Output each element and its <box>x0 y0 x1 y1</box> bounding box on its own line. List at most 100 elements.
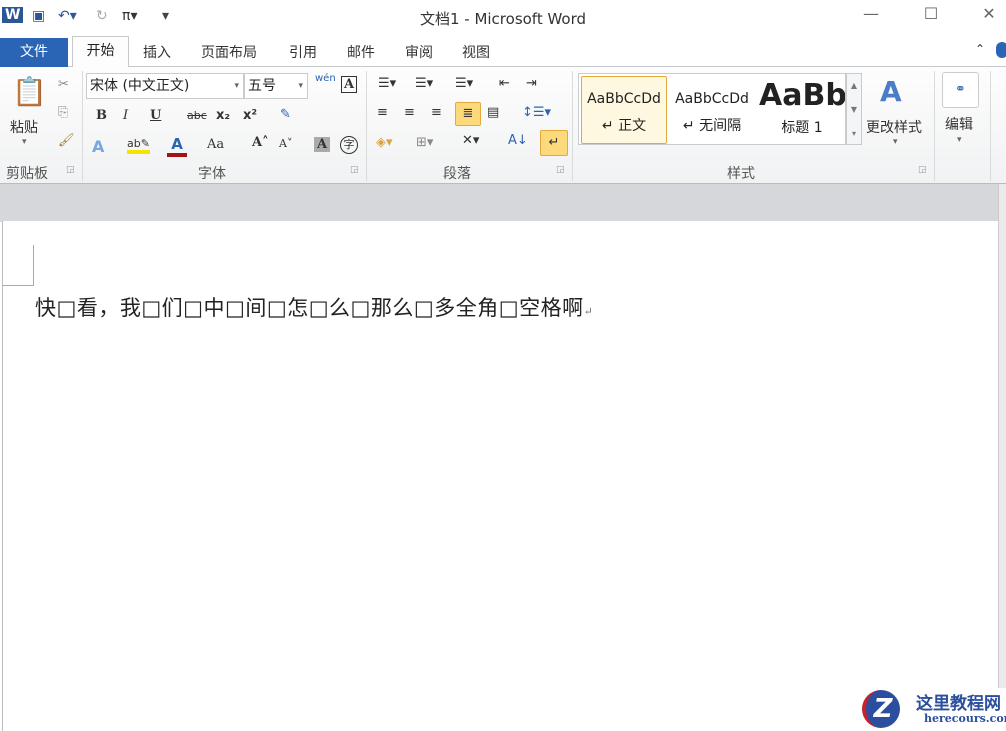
styles-gallery: AaBbCcDd ↵ 正文 AaBbCcDd ↵ 无间隔 AaBb 标题 1 <box>578 73 846 145</box>
divider <box>572 71 573 181</box>
style-name: ↵ 正文 <box>601 118 647 134</box>
editing-button[interactable]: 编辑 <box>945 114 973 134</box>
grow-font-button[interactable]: A˄ <box>252 135 269 150</box>
tab-home[interactable]: 开始 <box>72 36 129 68</box>
tab-file[interactable]: 文件 <box>0 38 68 67</box>
vertical-scrollbar[interactable] <box>998 184 1006 731</box>
shading-icon[interactable]: ◈▾ <box>376 135 393 150</box>
document-background <box>0 184 1006 222</box>
copy-icon[interactable]: ⎘ <box>58 105 68 120</box>
font-name-select[interactable]: 宋体 (中文正文) ▾ <box>86 73 244 99</box>
show-marks-icon[interactable]: ↵ <box>540 130 568 156</box>
collapse-ribbon-icon[interactable]: ⌃ <box>975 42 985 56</box>
watermark-name: 这里教程网 <box>916 694 1001 714</box>
style-preview: AaBbCcDd <box>587 91 661 107</box>
paste-icon[interactable]: 📋 <box>12 75 47 108</box>
divider <box>82 71 83 181</box>
style-no-spacing[interactable]: AaBbCcDd ↵ 无间隔 <box>669 76 755 144</box>
text-effects-icon[interactable]: A <box>92 137 104 156</box>
italic-button[interactable]: I <box>123 108 128 123</box>
paste-button[interactable]: 粘贴 <box>10 117 38 137</box>
tab-references[interactable]: 引用 <box>289 42 317 62</box>
divider <box>934 71 935 181</box>
superscript-button[interactable]: x² <box>243 108 257 123</box>
clear-formatting-icon[interactable]: ✎ <box>280 107 291 122</box>
style-heading-1[interactable]: AaBb 标题 1 <box>759 76 845 144</box>
distributed-icon[interactable]: ▤ <box>487 105 499 120</box>
watermark-url: herecours.com <box>924 712 1006 725</box>
clipboard-group-label: 剪贴板 <box>6 166 48 182</box>
ribbon: 📋 粘贴 ▾ ✂ ⎘ 🖌 剪贴板 ◲ 宋体 (中文正文) ▾ 五号 ▾ wén A … <box>0 67 1006 184</box>
borders-icon[interactable]: ⊞▾ <box>416 135 433 150</box>
editing-dropdown-icon: ▾ <box>957 135 962 145</box>
numbering-icon[interactable]: ☰▾ <box>415 76 433 91</box>
watermark-logo: Z 这里教程网 herecours.com <box>858 688 1006 731</box>
change-styles-button[interactable]: 更改样式 <box>866 117 922 137</box>
strikethrough-button[interactable]: abc <box>187 109 207 122</box>
bullets-icon[interactable]: ☰▾ <box>378 76 396 91</box>
shrink-font-button[interactable]: A˅ <box>279 137 292 150</box>
minimize-icon[interactable]: — <box>856 4 886 23</box>
line-spacing-icon[interactable]: ↕☰▾ <box>522 105 551 120</box>
tab-mailings[interactable]: 邮件 <box>347 42 375 62</box>
subscript-button[interactable]: x₂ <box>216 108 230 123</box>
paragraph-launcher-icon[interactable]: ◲ <box>556 165 565 175</box>
multilevel-list-icon[interactable]: ☰▾ <box>455 76 473 91</box>
divider <box>990 71 991 181</box>
sort-icon[interactable]: A↓ <box>508 133 528 148</box>
style-preview: AaBb <box>759 78 845 113</box>
format-painter-icon[interactable]: 🖌 <box>58 133 75 148</box>
paragraph-group-label: 段落 <box>443 166 471 182</box>
ribbon-tabs: 文件 开始 插入 页面布局 引用 邮件 审阅 视图 ⌃ <box>0 36 1006 68</box>
change-styles-dropdown-icon: ▾ <box>893 137 898 147</box>
decrease-indent-icon[interactable]: ⇤ <box>499 76 510 91</box>
maximize-icon[interactable]: ☐ <box>916 4 946 23</box>
change-case-button[interactable]: Aa <box>207 137 224 152</box>
style-preview: AaBbCcDd <box>675 91 749 107</box>
phonetic-guide-button[interactable]: wén <box>315 73 336 84</box>
find-icon[interactable]: ⚭ <box>942 72 979 108</box>
font-group-label: 字体 <box>198 166 226 182</box>
paragraph-text: 快□看，我□们□中□间□怎□么□那么□多全角□空格啊 <box>35 296 584 320</box>
clipboard-launcher-icon[interactable]: ◲ <box>66 165 75 175</box>
divider <box>366 71 367 181</box>
tab-review[interactable]: 审阅 <box>405 42 433 62</box>
tab-view[interactable]: 视图 <box>462 42 490 62</box>
highlight-icon[interactable]: ab✎ <box>127 137 150 154</box>
font-size-select[interactable]: 五号 ▾ <box>244 73 308 99</box>
font-color-icon[interactable]: A <box>167 135 187 157</box>
align-right-icon[interactable]: ≡ <box>431 105 442 120</box>
style-normal[interactable]: AaBbCcDd ↵ 正文 <box>581 76 667 144</box>
cut-icon[interactable]: ✂ <box>58 77 69 92</box>
change-styles-icon[interactable]: A <box>880 75 902 108</box>
bold-button[interactable]: B <box>96 108 107 123</box>
help-icon[interactable] <box>996 42 1006 58</box>
tab-page-layout[interactable]: 页面布局 <box>201 42 257 62</box>
logo-z-icon: Z <box>862 690 900 728</box>
document-text[interactable]: 快□看，我□们□中□间□怎□么□那么□多全角□空格啊↵ <box>35 292 593 322</box>
font-name-value: 宋体 (中文正文) <box>90 78 190 94</box>
character-shading-button[interactable]: A <box>314 137 331 152</box>
align-center-icon[interactable]: ≡ <box>404 105 415 120</box>
styles-launcher-icon[interactable]: ◲ <box>918 165 927 175</box>
margin-marker <box>33 245 34 285</box>
increase-indent-icon[interactable]: ⇥ <box>526 76 537 91</box>
asian-layout-icon[interactable]: ✕▾ <box>462 133 479 148</box>
character-border-button[interactable]: A <box>341 76 358 93</box>
style-name: ↵ 无间隔 <box>682 118 742 134</box>
styles-scroll[interactable]: ▲ ▼ ▾ <box>846 73 862 145</box>
paste-dropdown-icon[interactable]: ▾ <box>22 137 27 147</box>
tab-insert[interactable]: 插入 <box>143 42 171 62</box>
close-icon[interactable]: ✕ <box>974 4 1004 23</box>
title-bar: W ▣ ↶▾ ↻ π▾ ▾ 文档1 - Microsoft Word — ☐ ✕ <box>0 0 1006 36</box>
paragraph-mark: ↵ <box>583 305 594 318</box>
justify-icon[interactable]: ≣ <box>455 102 481 126</box>
font-launcher-icon[interactable]: ◲ <box>350 165 359 175</box>
enclose-characters-button[interactable]: 字 <box>340 136 358 154</box>
align-left-icon[interactable]: ≡ <box>377 105 388 120</box>
styles-group-label: 样式 <box>727 166 755 182</box>
margin-marker <box>3 285 34 286</box>
underline-button[interactable]: U <box>150 108 161 123</box>
font-size-value: 五号 <box>248 78 276 94</box>
style-name: 标题 1 <box>781 120 823 136</box>
